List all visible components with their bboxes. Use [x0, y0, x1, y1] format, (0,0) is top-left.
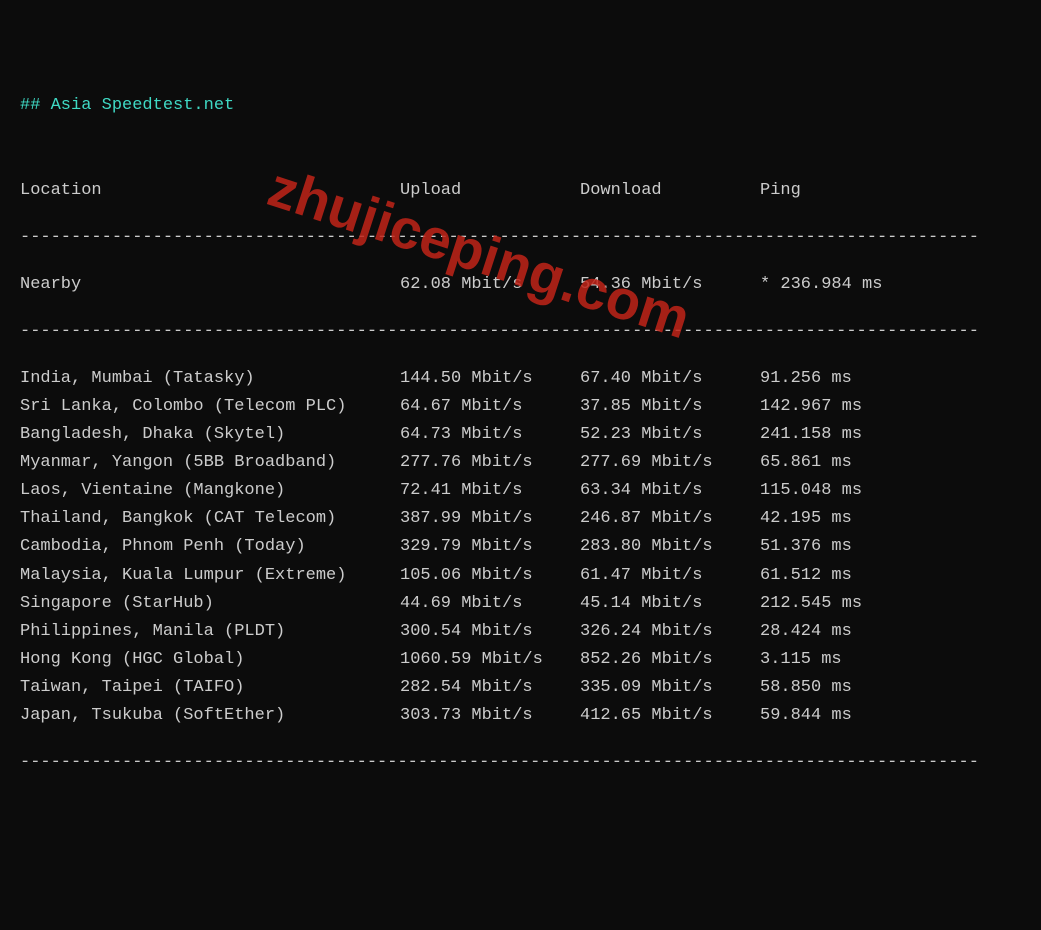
table-row: Hong Kong (HGC Global)1060.59 Mbit/s852.…: [20, 646, 1021, 674]
cell-upload: 387.99 Mbit/s: [400, 505, 580, 533]
cell-ping: 91.256 ms: [760, 365, 1021, 393]
cell-download: 45.14 Mbit/s: [580, 590, 760, 618]
cell-location: Hong Kong (HGC Global): [20, 646, 400, 674]
cell-location: Taiwan, Taipei (TAIFO): [20, 674, 400, 702]
header-row: LocationUploadDownloadPing: [20, 177, 1021, 205]
cell-upload: 277.76 Mbit/s: [400, 449, 580, 477]
cell-ping: 59.844 ms: [760, 702, 1021, 730]
header-ping: Ping: [760, 177, 1021, 205]
cell-upload: 1060.59 Mbit/s: [400, 646, 580, 674]
nearby-upload: 62.08 Mbit/s: [400, 271, 580, 299]
table-row: Thailand, Bangkok (CAT Telecom)387.99 Mb…: [20, 505, 1021, 533]
cell-location: Philippines, Manila (PLDT): [20, 618, 400, 646]
cell-location: Myanmar, Yangon (5BB Broadband): [20, 449, 400, 477]
header-upload: Upload: [400, 177, 580, 205]
cell-location: India, Mumbai (Tatasky): [20, 365, 400, 393]
cell-ping: 58.850 ms: [760, 674, 1021, 702]
cell-download: 283.80 Mbit/s: [580, 533, 760, 561]
cell-download: 37.85 Mbit/s: [580, 393, 760, 421]
cell-ping: 61.512 ms: [760, 562, 1021, 590]
cell-download: 67.40 Mbit/s: [580, 365, 760, 393]
table-row: Bangladesh, Dhaka (Skytel)64.73 Mbit/s52…: [20, 421, 1021, 449]
cell-ping: 42.195 ms: [760, 505, 1021, 533]
cell-location: Singapore (StarHub): [20, 590, 400, 618]
cell-download: 412.65 Mbit/s: [580, 702, 760, 730]
table-row: Malaysia, Kuala Lumpur (Extreme)105.06 M…: [20, 562, 1021, 590]
table-row: India, Mumbai (Tatasky)144.50 Mbit/s67.4…: [20, 365, 1021, 393]
cell-download: 852.26 Mbit/s: [580, 646, 760, 674]
header-location: Location: [20, 177, 400, 205]
cell-upload: 72.41 Mbit/s: [400, 477, 580, 505]
cell-location: Bangladesh, Dhaka (Skytel): [20, 421, 400, 449]
cell-location: Laos, Vientaine (Mangkone): [20, 477, 400, 505]
cell-location: Thailand, Bangkok (CAT Telecom): [20, 505, 400, 533]
cell-ping: 65.861 ms: [760, 449, 1021, 477]
cell-download: 63.34 Mbit/s: [580, 477, 760, 505]
table-row: Sri Lanka, Colombo (Telecom PLC)64.67 Mb…: [20, 393, 1021, 421]
cell-download: 326.24 Mbit/s: [580, 618, 760, 646]
cell-location: Cambodia, Phnom Penh (Today): [20, 533, 400, 561]
cell-download: 335.09 Mbit/s: [580, 674, 760, 702]
cell-upload: 105.06 Mbit/s: [400, 562, 580, 590]
cell-upload: 64.67 Mbit/s: [400, 393, 580, 421]
table-row: Taiwan, Taipei (TAIFO)282.54 Mbit/s335.0…: [20, 674, 1021, 702]
cell-upload: 282.54 Mbit/s: [400, 674, 580, 702]
section-title: ## Asia Speedtest.net: [20, 96, 1021, 115]
cell-ping: 51.376 ms: [760, 533, 1021, 561]
divider: ----------------------------------------…: [20, 749, 1021, 777]
cell-ping: 212.545 ms: [760, 590, 1021, 618]
cell-upload: 64.73 Mbit/s: [400, 421, 580, 449]
table-row: Laos, Vientaine (Mangkone)72.41 Mbit/s63…: [20, 477, 1021, 505]
table-row: Cambodia, Phnom Penh (Today)329.79 Mbit/…: [20, 533, 1021, 561]
nearby-location: Nearby: [20, 271, 400, 299]
cell-ping: 142.967 ms: [760, 393, 1021, 421]
cell-ping: 28.424 ms: [760, 618, 1021, 646]
cell-download: 61.47 Mbit/s: [580, 562, 760, 590]
cell-upload: 300.54 Mbit/s: [400, 618, 580, 646]
cell-location: Malaysia, Kuala Lumpur (Extreme): [20, 562, 400, 590]
table-row: Japan, Tsukuba (SoftEther)303.73 Mbit/s4…: [20, 702, 1021, 730]
cell-location: Japan, Tsukuba (SoftEther): [20, 702, 400, 730]
table-row: Singapore (StarHub)44.69 Mbit/s45.14 Mbi…: [20, 590, 1021, 618]
cell-location: Sri Lanka, Colombo (Telecom PLC): [20, 393, 400, 421]
table-row: Philippines, Manila (PLDT)300.54 Mbit/s3…: [20, 618, 1021, 646]
divider: ----------------------------------------…: [20, 224, 1021, 252]
cell-ping: 241.158 ms: [760, 421, 1021, 449]
cell-ping: 115.048 ms: [760, 477, 1021, 505]
divider: ----------------------------------------…: [20, 318, 1021, 346]
cell-download: 246.87 Mbit/s: [580, 505, 760, 533]
table-row: Myanmar, Yangon (5BB Broadband)277.76 Mb…: [20, 449, 1021, 477]
cell-upload: 303.73 Mbit/s: [400, 702, 580, 730]
cell-upload: 44.69 Mbit/s: [400, 590, 580, 618]
header-download: Download: [580, 177, 760, 205]
nearby-ping: * 236.984 ms: [760, 271, 1021, 299]
nearby-row: Nearby62.08 Mbit/s54.36 Mbit/s* 236.984 …: [20, 271, 1021, 299]
cell-download: 277.69 Mbit/s: [580, 449, 760, 477]
cell-upload: 144.50 Mbit/s: [400, 365, 580, 393]
cell-download: 52.23 Mbit/s: [580, 421, 760, 449]
cell-ping: 3.115 ms: [760, 646, 1021, 674]
cell-upload: 329.79 Mbit/s: [400, 533, 580, 561]
nearby-download: 54.36 Mbit/s: [580, 271, 760, 299]
